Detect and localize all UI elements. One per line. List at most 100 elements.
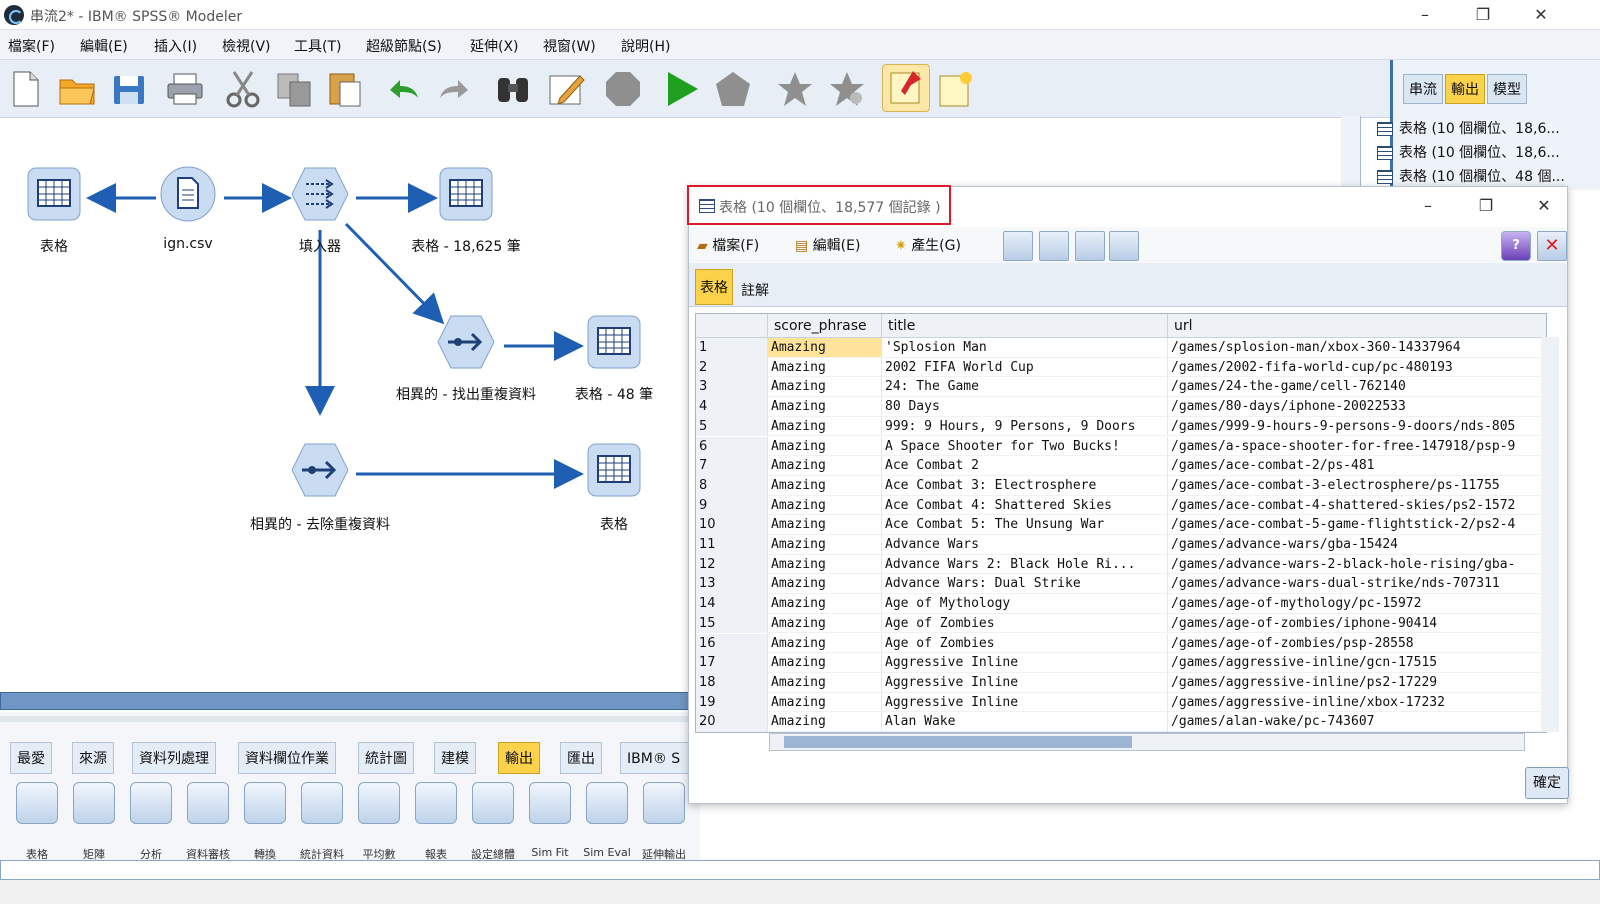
table-horizontal-scrollbar[interactable] (769, 733, 1525, 751)
palette-matrix-icon[interactable] (73, 782, 115, 824)
tab-models[interactable]: 模型 (1487, 74, 1527, 104)
row-number[interactable]: 13 (696, 574, 768, 595)
cell-score-phrase[interactable]: Amazing (768, 633, 882, 654)
close-output-icon[interactable]: ✕ (1537, 231, 1567, 261)
menu-file[interactable]: 檔案(F) (8, 36, 55, 56)
cell-score-phrase[interactable]: Amazing (768, 515, 882, 535)
edit-icon[interactable] (546, 68, 588, 110)
cell-url[interactable]: /games/2002-fifa-world-cup/pc-480193 (1168, 358, 1546, 378)
palette-tab-output[interactable]: 輸出 (498, 742, 540, 774)
cell-score-phrase[interactable]: Amazing (768, 338, 882, 358)
row-number[interactable]: 11 (696, 535, 768, 555)
help-icon[interactable]: ? (1501, 231, 1531, 261)
annotation-pin-icon[interactable] (882, 64, 930, 112)
cell-url[interactable]: /games/a-space-shooter-for-free-147918/p… (1168, 437, 1546, 457)
palette-analysis-icon[interactable] (130, 782, 172, 824)
row-number[interactable]: 2 (696, 357, 768, 378)
cell-title[interactable]: Ace Combat 3: Electrosphere (882, 475, 1168, 496)
table-row[interactable]: 4 Amazing 80 Days/games/80-days/iphone-200… (696, 397, 1546, 417)
cell-score-phrase[interactable]: Amazing (768, 554, 882, 575)
cell-url[interactable]: /games/age-of-zombies/psp-28558 (1168, 634, 1546, 654)
table-node[interactable] (436, 164, 496, 224)
undo-icon[interactable] (382, 68, 424, 110)
save-icon[interactable] (108, 68, 150, 110)
palette-horizontal-scrollbar[interactable] (0, 860, 1600, 880)
run-selection-icon[interactable] (712, 68, 754, 110)
table-row[interactable]: 5 Amazing 999: 9 Hours, 9 Persons, 9 Doors… (696, 416, 1546, 437)
cell-url[interactable]: /games/advance-wars/gba-15424 (1168, 535, 1546, 555)
table-row[interactable]: 3 Amazing 24: The Game/games/24-the-game/c… (696, 377, 1546, 398)
table-window-minimize-button[interactable]: – (1405, 193, 1451, 219)
cell-url[interactable]: /games/ace-combat-3-electrosphere/ps-117… (1168, 476, 1546, 496)
cell-title[interactable]: Age of Zombies (882, 613, 1168, 634)
cell-title[interactable]: Aggressive Inline (882, 653, 1168, 673)
cell-score-phrase[interactable]: Amazing (768, 574, 882, 595)
column-header[interactable]: score_phrase (768, 314, 882, 338)
cell-title[interactable]: Ace Combat 4: Shattered Skies (882, 495, 1168, 516)
cell-score-phrase[interactable]: Amazing (768, 436, 882, 457)
table-window-restore-button[interactable]: ❐ (1463, 193, 1509, 219)
data-table[interactable]: score_phrase title url 1 Amazing 'Splosion… (695, 313, 1547, 733)
cell-url[interactable]: /games/aggressive-inline/xbox-17232 (1168, 693, 1546, 713)
cell-score-phrase[interactable]: Amazing (768, 416, 882, 437)
cell-title[interactable]: 80 Days (882, 397, 1168, 417)
table-row[interactable]: 11 Amazing Advance Wars/games/advance-wars… (696, 535, 1546, 555)
cell-title[interactable]: Age of Mythology (882, 594, 1168, 614)
new-file-icon[interactable] (4, 68, 46, 110)
palette-means-icon[interactable] (358, 782, 400, 824)
menu-insert[interactable]: 插入(I) (154, 36, 197, 56)
row-number[interactable]: 14 (696, 594, 768, 614)
row-number[interactable]: 4 (696, 397, 768, 417)
cell-score-phrase[interactable]: Amazing (768, 456, 882, 476)
cell-score-phrase[interactable]: Amazing (768, 397, 882, 417)
cell-url[interactable]: /games/aggressive-inline/ps2-17229 (1168, 673, 1546, 693)
cell-score-phrase[interactable]: Amazing (768, 613, 882, 634)
cell-title[interactable]: 2002 FIFA World Cup (882, 357, 1168, 378)
add-favorite-icon[interactable] (826, 68, 868, 110)
minimize-button[interactable]: – (1402, 2, 1448, 28)
palette-tab-sources[interactable]: 來源 (72, 742, 114, 774)
cell-title[interactable]: Alan Wake (882, 712, 1168, 732)
cell-url[interactable]: /games/ace-combat-5-game-flightstick-2/p… (1168, 515, 1546, 535)
panel-scrollbar[interactable] (1341, 116, 1361, 188)
cell-score-phrase[interactable]: Amazing (768, 377, 882, 398)
table-row[interactable]: 1 Amazing 'Splosion Man/games/splosion-man… (696, 338, 1546, 358)
distinct-node[interactable] (290, 440, 350, 500)
menu-edit[interactable]: 編輯(E) (80, 36, 128, 56)
cell-title[interactable]: Ace Combat 5: The Unsung War (882, 515, 1168, 535)
cell-title[interactable]: Advance Wars 2: Black Hole Ri... (882, 554, 1168, 575)
stream-canvas[interactable]: 表格 ign.csv 填入器 表格 - 18,625 筆 相異的 - 找出重複資… (0, 118, 700, 698)
palette-sim-fit-icon[interactable] (529, 782, 571, 824)
row-number[interactable]: 7 (696, 456, 768, 476)
cell-url[interactable]: /games/age-of-zombies/iphone-90414 (1168, 614, 1546, 634)
row-number[interactable]: 10 (696, 515, 768, 535)
cell-url[interactable]: /games/aggressive-inline/gcn-17515 (1168, 653, 1546, 673)
cell-url[interactable]: /games/999-9-hours-9-persons-9-doors/nds… (1168, 417, 1546, 437)
palette-statistics-icon[interactable] (301, 782, 343, 824)
distinct-node[interactable] (436, 312, 496, 372)
row-number[interactable]: 6 (696, 436, 768, 457)
palette-tab-modeling[interactable]: 建模 (434, 742, 476, 774)
table-row[interactable]: 15 Amazing Age of Zombies/games/age-of-zom… (696, 613, 1546, 634)
cell-title[interactable]: Advance Wars (882, 535, 1168, 555)
row-number[interactable]: 19 (696, 692, 768, 713)
row-number[interactable]: 12 (696, 554, 768, 575)
menu-help[interactable]: 說明(H) (621, 36, 670, 56)
palette-report-icon[interactable] (415, 782, 457, 824)
palette-globals-icon[interactable] (472, 782, 514, 824)
scroll-thumb[interactable] (784, 736, 1132, 748)
row-number[interactable]: 8 (696, 475, 768, 496)
cell-url[interactable]: /games/splosion-man/xbox-360-14337964 (1168, 338, 1546, 358)
table-row[interactable]: 9 Amazing Ace Combat 4: Shattered Skies/ga… (696, 495, 1546, 516)
tab-annotations[interactable]: 註解 (737, 277, 773, 305)
find-binoculars-icon[interactable] (492, 68, 534, 110)
cell-score-phrase[interactable]: Amazing (768, 712, 882, 732)
cell-title[interactable]: Ace Combat 2 (882, 456, 1168, 476)
palette-tab-field-ops[interactable]: 資料欄位作業 (238, 742, 336, 774)
cell-url[interactable]: /games/advance-wars-dual-strike/nds-7073… (1168, 574, 1546, 595)
table-row[interactable]: 19 Amazing Aggressive Inline/games/aggress… (696, 692, 1546, 713)
palette-sim-eval-icon[interactable] (586, 782, 628, 824)
palette-tab-record-ops[interactable]: 資料列處理 (132, 742, 216, 774)
menu-window[interactable]: 視窗(W) (543, 36, 596, 56)
cell-score-phrase[interactable]: Amazing (768, 535, 882, 555)
